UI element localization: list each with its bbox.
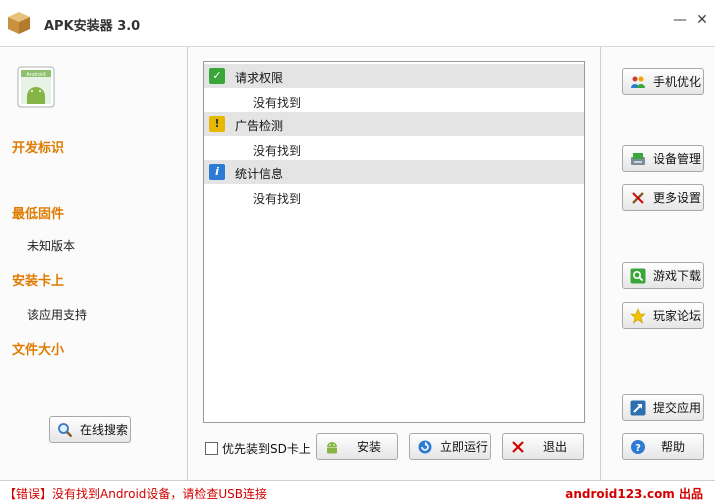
title-bar: APK安装器 3.0 — ✕ — [0, 0, 715, 46]
online-search-label: 在线搜索 — [80, 423, 129, 437]
star-icon — [629, 307, 647, 325]
search-green-icon — [629, 267, 647, 285]
window-title: APK安装器 3.0 — [44, 19, 141, 34]
info-icon: i — [209, 164, 225, 180]
list-header-permissions: ✓ 请求权限 — [204, 64, 584, 88]
online-search-button[interactable]: 在线搜索 — [49, 416, 131, 443]
permissions-title: 请求权限 — [235, 71, 284, 85]
device-icon — [629, 150, 647, 168]
more-settings-button[interactable]: 更多设置 — [622, 184, 704, 211]
game-download-label: 游戏下载 — [653, 269, 702, 283]
min-firmware-label: 最低固件 — [12, 207, 65, 222]
submit-app-button[interactable]: 提交应用 — [622, 394, 704, 421]
dev-id-label: 开发标识 — [12, 141, 65, 156]
list-header-ads: ! 广告检测 — [204, 112, 584, 136]
right-divider — [600, 47, 601, 480]
player-forum-button[interactable]: 玩家论坛 — [622, 302, 704, 329]
left-divider — [187, 47, 188, 480]
ads-title: 广告检测 — [235, 119, 284, 133]
file-size-label: 文件大小 — [12, 343, 65, 358]
help-label: 帮助 — [661, 440, 686, 454]
player-forum-label: 玩家论坛 — [653, 309, 702, 323]
device-manager-label: 设备管理 — [653, 152, 702, 166]
android-icon — [323, 438, 341, 456]
minimize-button[interactable]: — — [672, 12, 688, 28]
refresh-icon — [416, 438, 434, 456]
app-icon-caption: Android — [26, 72, 45, 78]
submit-app-label: 提交应用 — [653, 401, 702, 415]
game-download-button[interactable]: 游戏下载 — [622, 262, 704, 289]
app-logo-icon — [5, 8, 33, 39]
tools-icon — [629, 189, 647, 207]
stats-value: 没有找到 — [253, 192, 302, 206]
help-icon: ? — [629, 438, 647, 456]
more-settings-label: 更多设置 — [653, 191, 702, 205]
run-now-button[interactable]: 立即运行 — [409, 433, 491, 460]
close-x-icon — [509, 438, 527, 456]
device-manager-button[interactable]: 设备管理 — [622, 145, 704, 172]
permissions-value: 没有找到 — [253, 96, 302, 110]
brand-credit: android123.com 出品 — [565, 487, 703, 501]
check-icon: ✓ — [209, 68, 225, 84]
install-sd-label: 安装卡上 — [12, 274, 65, 289]
ads-value: 没有找到 — [253, 144, 302, 158]
exit-label: 退出 — [543, 440, 568, 454]
min-firmware-value: 未知版本 — [27, 239, 76, 253]
exit-button[interactable]: 退出 — [502, 433, 584, 460]
sd-priority-checkbox[interactable] — [205, 442, 218, 455]
run-now-label: 立即运行 — [440, 440, 489, 454]
svg-text:?: ? — [635, 443, 641, 454]
install-sd-value: 该应用支持 — [27, 308, 88, 322]
install-button[interactable]: 安装 — [316, 433, 398, 460]
close-button[interactable]: ✕ — [694, 12, 710, 28]
android-app-icon: Android — [17, 66, 57, 113]
permission-list[interactable]: ✓ 请求权限 没有找到 ! 广告检测 没有找到 i 统计信息 没有找到 — [203, 61, 585, 423]
warning-icon: ! — [209, 116, 225, 132]
people-icon — [629, 73, 647, 91]
status-bar: 【错误】没有找到Android设备，请检查USB连接 android123.co… — [0, 480, 715, 501]
help-button[interactable]: ? 帮助 — [622, 433, 704, 460]
list-header-stats: i 统计信息 — [204, 160, 584, 184]
search-icon — [56, 421, 74, 439]
install-label: 安装 — [357, 440, 382, 454]
stats-title: 统计信息 — [235, 167, 284, 181]
status-message: 【错误】没有找到Android设备，请检查USB连接 — [4, 487, 268, 501]
phone-optimize-button[interactable]: 手机优化 — [622, 68, 704, 95]
submit-arrow-icon — [629, 399, 647, 417]
phone-optimize-label: 手机优化 — [653, 75, 702, 89]
sd-priority-label[interactable]: 优先装到SD卡上 — [222, 440, 311, 457]
